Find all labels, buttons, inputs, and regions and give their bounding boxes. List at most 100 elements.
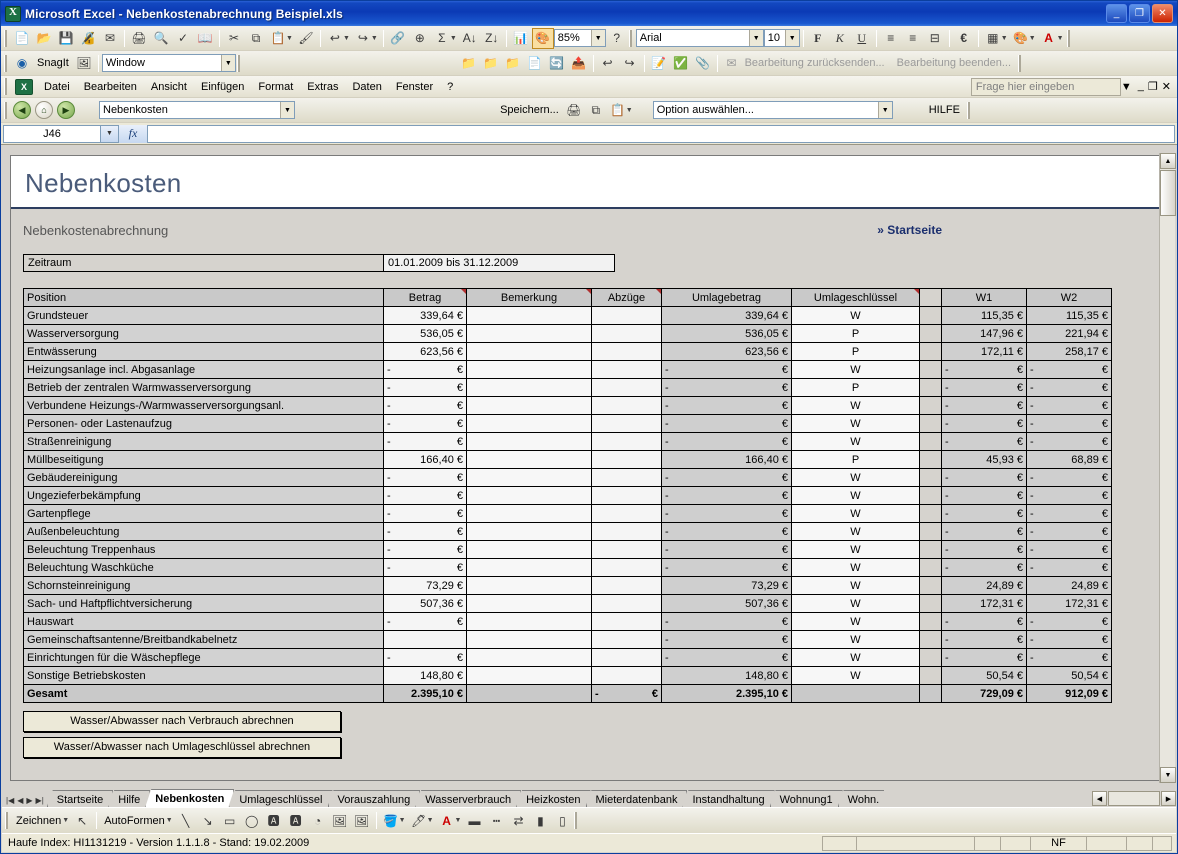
name-box-dropdown-icon[interactable]: ▼	[101, 125, 119, 143]
cell-bemerkung[interactable]	[467, 451, 592, 469]
cell-w1[interactable]: -€	[942, 487, 1027, 505]
cell-w2[interactable]: -€	[1027, 649, 1112, 667]
zeichnen-menu[interactable]: Zeichnen	[12, 815, 65, 827]
cell-abzuege[interactable]	[592, 595, 662, 613]
cell-bemerkung[interactable]	[467, 325, 592, 343]
toolbar-grip[interactable]	[629, 30, 633, 47]
cell-w1[interactable]: -€	[942, 433, 1027, 451]
cell-w1[interactable]: -€	[942, 379, 1027, 397]
startseite-link[interactable]: » Startseite	[877, 223, 942, 237]
cell-bemerkung[interactable]	[467, 523, 592, 541]
dash-style-icon[interactable]: ┅	[485, 810, 507, 831]
cell-betrag[interactable]: 73,29 €	[384, 577, 467, 595]
cell-bemerkung[interactable]	[467, 415, 592, 433]
line-style-icon[interactable]: ▬	[463, 810, 485, 831]
cell-bemerkung[interactable]	[467, 343, 592, 361]
export-icon[interactable]: 📤	[568, 53, 590, 74]
snagit-capture-icon[interactable]: 🖼	[73, 53, 95, 74]
print-icon[interactable]: 🖨	[128, 28, 150, 49]
cell-betrag[interactable]: -€	[384, 433, 467, 451]
font-size-combo[interactable]: 10 ▼	[764, 29, 800, 47]
chevron-down-icon[interactable]: ▼	[749, 30, 763, 46]
cell-betrag[interactable]: 148,80 €	[384, 667, 467, 685]
cell-bemerkung[interactable]	[467, 649, 592, 667]
cell-position[interactable]: Gebäudereinigung	[24, 469, 384, 487]
save-label[interactable]: Speichern...	[496, 104, 563, 116]
cell-w1[interactable]: 115,35 €	[942, 307, 1027, 325]
cell-umlagebetrag[interactable]: -€	[662, 433, 792, 451]
workbook-icon[interactable]: X	[15, 79, 33, 95]
cell-betrag[interactable]: 536,05 €	[384, 325, 467, 343]
print-preview-icon[interactable]: 🔍	[150, 28, 172, 49]
cell-umlagebetrag[interactable]: 148,80 €	[662, 667, 792, 685]
chevron-down-icon[interactable]: ▼	[221, 55, 235, 71]
menu-item-einfuegen[interactable]: Einfügen	[194, 79, 251, 95]
folder-up-icon[interactable]: 📁	[480, 53, 502, 74]
cell-umlageschluessel[interactable]: P	[792, 379, 920, 397]
chevron-down-icon[interactable]: ▼	[166, 817, 173, 824]
cell-umlageschluessel[interactable]: W	[792, 613, 920, 631]
cell-abzuege[interactable]	[592, 505, 662, 523]
sheet-tab-instandhaltung[interactable]: Instandhaltung	[682, 790, 774, 807]
toolbar-overflow-grip[interactable]	[967, 102, 971, 119]
menu-item-ansicht[interactable]: Ansicht	[144, 79, 194, 95]
chevron-down-icon[interactable]: ▼	[427, 817, 434, 824]
cell-abzuege[interactable]	[592, 487, 662, 505]
cell-bemerkung[interactable]	[467, 541, 592, 559]
permission-icon[interactable]: 🔏	[77, 28, 99, 49]
cell-betrag[interactable]: 2.395,10 €	[384, 685, 467, 703]
cell-abzuege[interactable]	[592, 307, 662, 325]
cell-position[interactable]: Sonstige Betriebskosten	[24, 667, 384, 685]
cell-w1[interactable]: 729,09 €	[942, 685, 1027, 703]
cell-betrag[interactable]: -€	[384, 397, 467, 415]
cell-umlagebetrag[interactable]: -€	[662, 415, 792, 433]
sheet-tab-mieterdatenbank[interactable]: Mieterdatenbank	[586, 790, 688, 807]
cell-umlageschluessel[interactable]: W	[792, 667, 920, 685]
prev-sheet-icon[interactable]: ◀	[17, 796, 23, 805]
undo-dropdown-icon[interactable]: ▼	[343, 35, 350, 42]
cell-abzuege[interactable]	[592, 469, 662, 487]
approve-icon[interactable]: ✅	[670, 53, 692, 74]
zoom-combo[interactable]: 85% ▼	[554, 29, 606, 47]
redo-review-icon[interactable]: ↪	[619, 53, 641, 74]
research-icon[interactable]: 📖	[194, 28, 216, 49]
status-resize-grip[interactable]	[1152, 836, 1172, 851]
cell-w1[interactable]: 45,93 €	[942, 451, 1027, 469]
sort-ascending-icon[interactable]: A↓	[459, 28, 481, 49]
cell-w2[interactable]: 68,89 €	[1027, 451, 1112, 469]
period-value[interactable]: 01.01.2009 bis 31.12.2009	[384, 255, 614, 271]
first-sheet-icon[interactable]: |◀	[6, 796, 14, 805]
textbox-icon[interactable]: 🅰	[263, 810, 285, 831]
cell-betrag[interactable]: -€	[384, 415, 467, 433]
cell-umlageschluessel[interactable]: W	[792, 469, 920, 487]
help-icon[interactable]: ?	[606, 28, 628, 49]
cell-umlagebetrag[interactable]: -€	[662, 361, 792, 379]
cell-position[interactable]: Schornsteinreinigung	[24, 577, 384, 595]
cell-umlagebetrag[interactable]: -€	[662, 631, 792, 649]
tab-scrollbar[interactable]: ◀ ▶	[1092, 791, 1176, 807]
cell-umlageschluessel[interactable]: W	[792, 595, 920, 613]
spellcheck-icon[interactable]: ✓	[172, 28, 194, 49]
cell-position[interactable]: Einrichtungen für die Wäschepflege	[24, 649, 384, 667]
cell-umlageschluessel[interactable]: W	[792, 559, 920, 577]
cell-abzuege[interactable]	[592, 613, 662, 631]
cell-abzuege[interactable]	[592, 649, 662, 667]
copy-nav-icon[interactable]: ⧉	[585, 100, 607, 121]
cell-umlagebetrag[interactable]: -€	[662, 523, 792, 541]
sort-descending-icon[interactable]: Z↓	[481, 28, 503, 49]
menu-item-datei[interactable]: Datei	[37, 79, 77, 95]
cell-bemerkung[interactable]	[467, 433, 592, 451]
cell-w1[interactable]: -€	[942, 523, 1027, 541]
cell-bemerkung[interactable]	[467, 559, 592, 577]
cell-w2[interactable]: 258,17 €	[1027, 343, 1112, 361]
cell-abzuege[interactable]: -€	[592, 685, 662, 703]
cell-w2[interactable]: -€	[1027, 469, 1112, 487]
cell-abzuege[interactable]	[592, 361, 662, 379]
cell-betrag[interactable]: 507,36 €	[384, 595, 467, 613]
cell-abzuege[interactable]	[592, 577, 662, 595]
line-icon[interactable]: ╲	[175, 810, 197, 831]
autoformen-menu[interactable]: AutoFormen	[100, 815, 169, 827]
cell-bemerkung[interactable]	[467, 505, 592, 523]
cell-w1[interactable]: 24,89 €	[942, 577, 1027, 595]
chevron-down-icon[interactable]: ▼	[878, 102, 892, 118]
